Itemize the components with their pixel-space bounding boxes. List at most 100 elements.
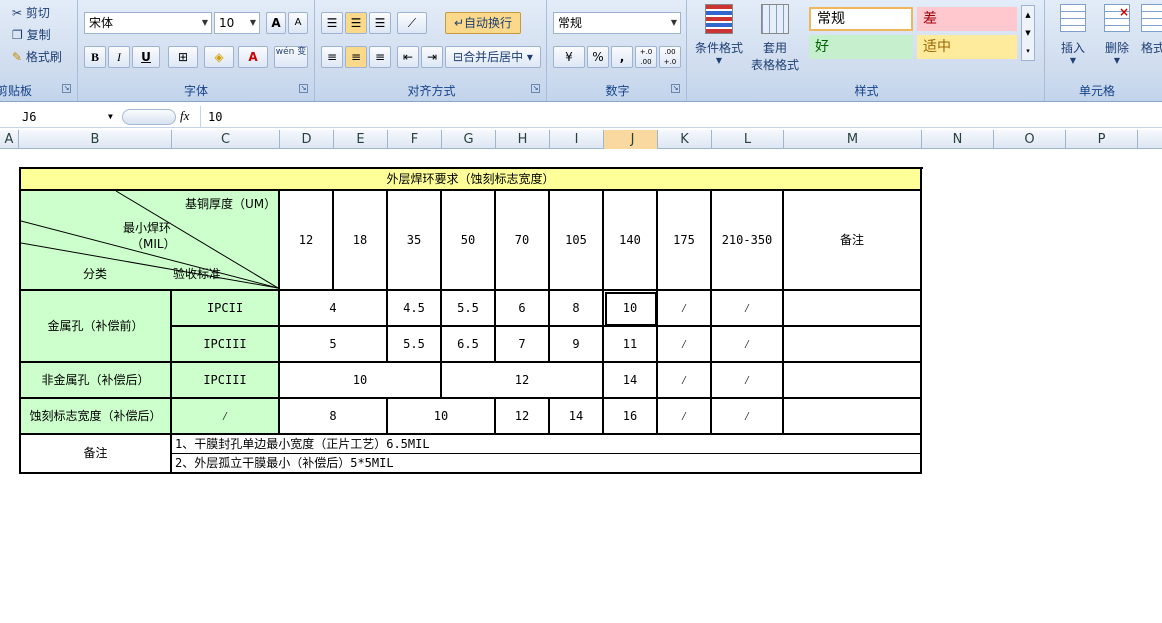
column-header-g[interactable]: G: [442, 130, 496, 149]
style-bad[interactable]: 差: [917, 7, 1017, 31]
column-header-c[interactable]: C: [172, 130, 280, 149]
slash-cell[interactable]: ⁄: [712, 399, 784, 435]
thickness-header[interactable]: 12: [280, 191, 334, 291]
etch-mark-label[interactable]: 蚀刻标志宽度（补偿后）: [21, 399, 172, 435]
align-launcher-icon[interactable]: ↘: [531, 84, 540, 93]
delete-button[interactable]: × 删除 ▼: [1097, 4, 1137, 65]
bold-button[interactable]: B: [84, 46, 106, 68]
right-align-button[interactable]: ≡: [369, 46, 391, 68]
currency-button[interactable]: ¥: [553, 46, 585, 68]
remark-cell[interactable]: [784, 327, 922, 363]
style-good[interactable]: 好: [809, 35, 913, 59]
slash-cell[interactable]: ⁄: [712, 291, 784, 327]
wrap-text-button[interactable]: ↵自动换行: [445, 12, 521, 34]
column-header-l[interactable]: L: [712, 130, 784, 149]
thickness-header[interactable]: 105: [550, 191, 604, 291]
table-cell[interactable]: 14: [604, 363, 658, 399]
thickness-header[interactable]: 50: [442, 191, 496, 291]
font-size-select[interactable]: 10 ▼: [214, 12, 260, 34]
cut-button[interactable]: ✂ 剪切: [12, 4, 50, 21]
column-header-d[interactable]: D: [280, 130, 334, 149]
metal-hole-label[interactable]: 金属孔（补偿前）: [21, 291, 172, 363]
table-cell[interactable]: 9: [550, 327, 604, 363]
middle-align-button[interactable]: ☰: [345, 12, 367, 34]
underline-button[interactable]: U: [132, 46, 160, 68]
table-cell[interactable]: 10: [280, 363, 442, 399]
note-line-2[interactable]: 2、外层孤立干膜最小（补偿后）5*5MIL: [172, 454, 922, 474]
table-cell[interactable]: 11: [604, 327, 658, 363]
left-align-button[interactable]: ≡: [321, 46, 343, 68]
nonmetal-hole-label[interactable]: 非金属孔（补偿后）: [21, 363, 172, 399]
remark-header[interactable]: 备注: [784, 191, 922, 291]
percent-button[interactable]: %: [587, 46, 609, 68]
insert-button[interactable]: 插入 ▼: [1053, 4, 1093, 65]
fill-color-button[interactable]: ◈: [204, 46, 234, 68]
column-header-o[interactable]: O: [994, 130, 1066, 149]
slash-cell[interactable]: ⁄: [658, 327, 712, 363]
ipc3-label[interactable]: IPCIII: [172, 363, 280, 399]
orientation-button[interactable]: ⟋: [397, 12, 427, 34]
column-header-e[interactable]: E: [334, 130, 388, 149]
format-as-table-button[interactable]: 套用 表格格式: [747, 4, 803, 73]
table-cell[interactable]: 6.5: [442, 327, 496, 363]
table-title[interactable]: 外层焊环要求（蚀刻标志宽度）: [21, 169, 922, 191]
table-cell[interactable]: 4: [280, 291, 388, 327]
active-cell-j6[interactable]: 10: [604, 291, 658, 327]
italic-button[interactable]: I: [108, 46, 130, 68]
table-cell[interactable]: 8: [550, 291, 604, 327]
slash-cell[interactable]: ⁄: [172, 399, 280, 435]
table-cell[interactable]: 5.5: [388, 327, 442, 363]
thickness-header[interactable]: 210-350: [712, 191, 784, 291]
column-header-k[interactable]: K: [658, 130, 712, 149]
table-cell[interactable]: 6: [496, 291, 550, 327]
table-cell[interactable]: 8: [280, 399, 388, 435]
column-header-p[interactable]: P: [1066, 130, 1138, 149]
name-box[interactable]: J6 ▼: [2, 107, 120, 127]
table-cell[interactable]: 7: [496, 327, 550, 363]
column-header-f[interactable]: F: [388, 130, 442, 149]
decrease-indent-button[interactable]: ⇤: [397, 46, 419, 68]
column-header-b[interactable]: B: [19, 130, 172, 149]
table-cell[interactable]: 5.5: [442, 291, 496, 327]
table-cell[interactable]: 5: [280, 327, 388, 363]
top-align-button[interactable]: ☰: [321, 12, 343, 34]
table-cell[interactable]: 10: [388, 399, 496, 435]
style-normal[interactable]: 常规: [809, 7, 913, 31]
column-header-m[interactable]: M: [784, 130, 922, 149]
styles-scroll[interactable]: ▲ ▼ ▾: [1021, 5, 1035, 61]
center-align-button[interactable]: ≡: [345, 46, 367, 68]
increase-decimal-button[interactable]: +.0 .00: [635, 46, 657, 68]
increase-indent-button[interactable]: ⇥: [421, 46, 443, 68]
copy-button[interactable]: ❐ 复制: [12, 26, 51, 43]
thickness-header[interactable]: 140: [604, 191, 658, 291]
fx-icon[interactable]: fx: [180, 108, 189, 124]
remark-cell[interactable]: [784, 399, 922, 435]
shrink-font-button[interactable]: A: [288, 12, 308, 34]
column-header-a[interactable]: A: [0, 130, 19, 149]
diagonal-header-cell[interactable]: 基铜厚度（UM） 最小焊环 （MIL） 分类 验收标准: [21, 191, 280, 291]
formula-input[interactable]: 10: [208, 107, 222, 127]
notes-label[interactable]: 备注: [21, 435, 172, 474]
format-painter-button[interactable]: ✎ 格式刷: [12, 48, 62, 65]
formula-bar-splitter[interactable]: [122, 109, 176, 125]
slash-cell[interactable]: ⁄: [658, 363, 712, 399]
clipboard-launcher-icon[interactable]: ↘: [62, 84, 71, 93]
slash-cell[interactable]: ⁄: [712, 327, 784, 363]
thickness-header[interactable]: 70: [496, 191, 550, 291]
number-format-select[interactable]: 常规 ▼: [553, 12, 681, 34]
font-color-button[interactable]: A: [238, 46, 268, 68]
number-launcher-icon[interactable]: ↘: [671, 84, 680, 93]
table-cell[interactable]: 14: [550, 399, 604, 435]
decrease-decimal-button[interactable]: .00 +.0: [659, 46, 681, 68]
font-launcher-icon[interactable]: ↘: [299, 84, 308, 93]
column-header-n[interactable]: N: [922, 130, 994, 149]
remark-cell[interactable]: [784, 363, 922, 399]
slash-cell[interactable]: ⁄: [658, 291, 712, 327]
style-neutral[interactable]: 适中: [917, 35, 1017, 59]
table-cell[interactable]: 4.5: [388, 291, 442, 327]
format-cells-button[interactable]: 格式: [1141, 4, 1162, 56]
border-button[interactable]: ⊞: [168, 46, 198, 68]
thickness-header[interactable]: 175: [658, 191, 712, 291]
column-header-i[interactable]: I: [550, 130, 604, 149]
font-name-select[interactable]: 宋体 ▼: [84, 12, 212, 34]
